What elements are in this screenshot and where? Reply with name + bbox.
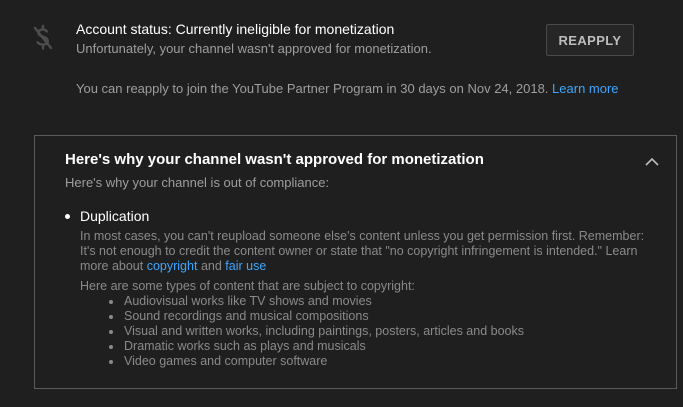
list-item: Sound recordings and musical composition… bbox=[100, 309, 524, 324]
monetization-status-page: Account status: Currently ineligible for… bbox=[0, 0, 683, 407]
reason-body-line: In most cases, you can't reupload someon… bbox=[80, 229, 645, 243]
chevron-up-icon[interactable] bbox=[644, 154, 660, 170]
fair-use-link[interactable]: fair use bbox=[225, 259, 266, 273]
no-monetization-icon bbox=[32, 24, 54, 52]
list-item: Dramatic works such as plays and musical… bbox=[100, 339, 524, 354]
reasons-panel-subtitle: Here's why your channel is out of compli… bbox=[65, 175, 330, 190]
copyright-types-list: Audiovisual works like TV shows and movi… bbox=[100, 294, 524, 369]
reason-body-line: It's not enough to credit the content ow… bbox=[80, 244, 638, 258]
bullet-dot bbox=[65, 214, 70, 219]
reason-body: In most cases, you can't reupload someon… bbox=[80, 229, 675, 274]
and-text: and bbox=[200, 259, 222, 273]
reasons-panel: Here's why your channel wasn't approved … bbox=[34, 135, 677, 389]
account-status-title: Account status: Currently ineligible for… bbox=[76, 21, 395, 37]
account-status-description: Unfortunately, your channel wasn't appro… bbox=[76, 41, 432, 56]
reason-title: Duplication bbox=[80, 208, 150, 224]
reasons-panel-title: Here's why your channel wasn't approved … bbox=[65, 151, 484, 168]
types-intro: Here are some types of content that are … bbox=[80, 279, 415, 293]
list-item: Visual and written works, including pain… bbox=[100, 324, 524, 339]
reapply-note: You can reapply to join the YouTube Part… bbox=[76, 81, 619, 96]
more-about-text: more about bbox=[80, 259, 144, 273]
reapply-button[interactable]: REAPPLY bbox=[546, 24, 634, 56]
reapply-note-text: You can reapply to join the YouTube Part… bbox=[76, 81, 549, 96]
copyright-link[interactable]: copyright bbox=[147, 259, 198, 273]
list-item: Video games and computer software bbox=[100, 354, 524, 369]
learn-more-link[interactable]: Learn more bbox=[552, 81, 618, 96]
list-item: Audiovisual works like TV shows and movi… bbox=[100, 294, 524, 309]
reason-body-links-line: more about copyright and fair use bbox=[80, 259, 675, 274]
